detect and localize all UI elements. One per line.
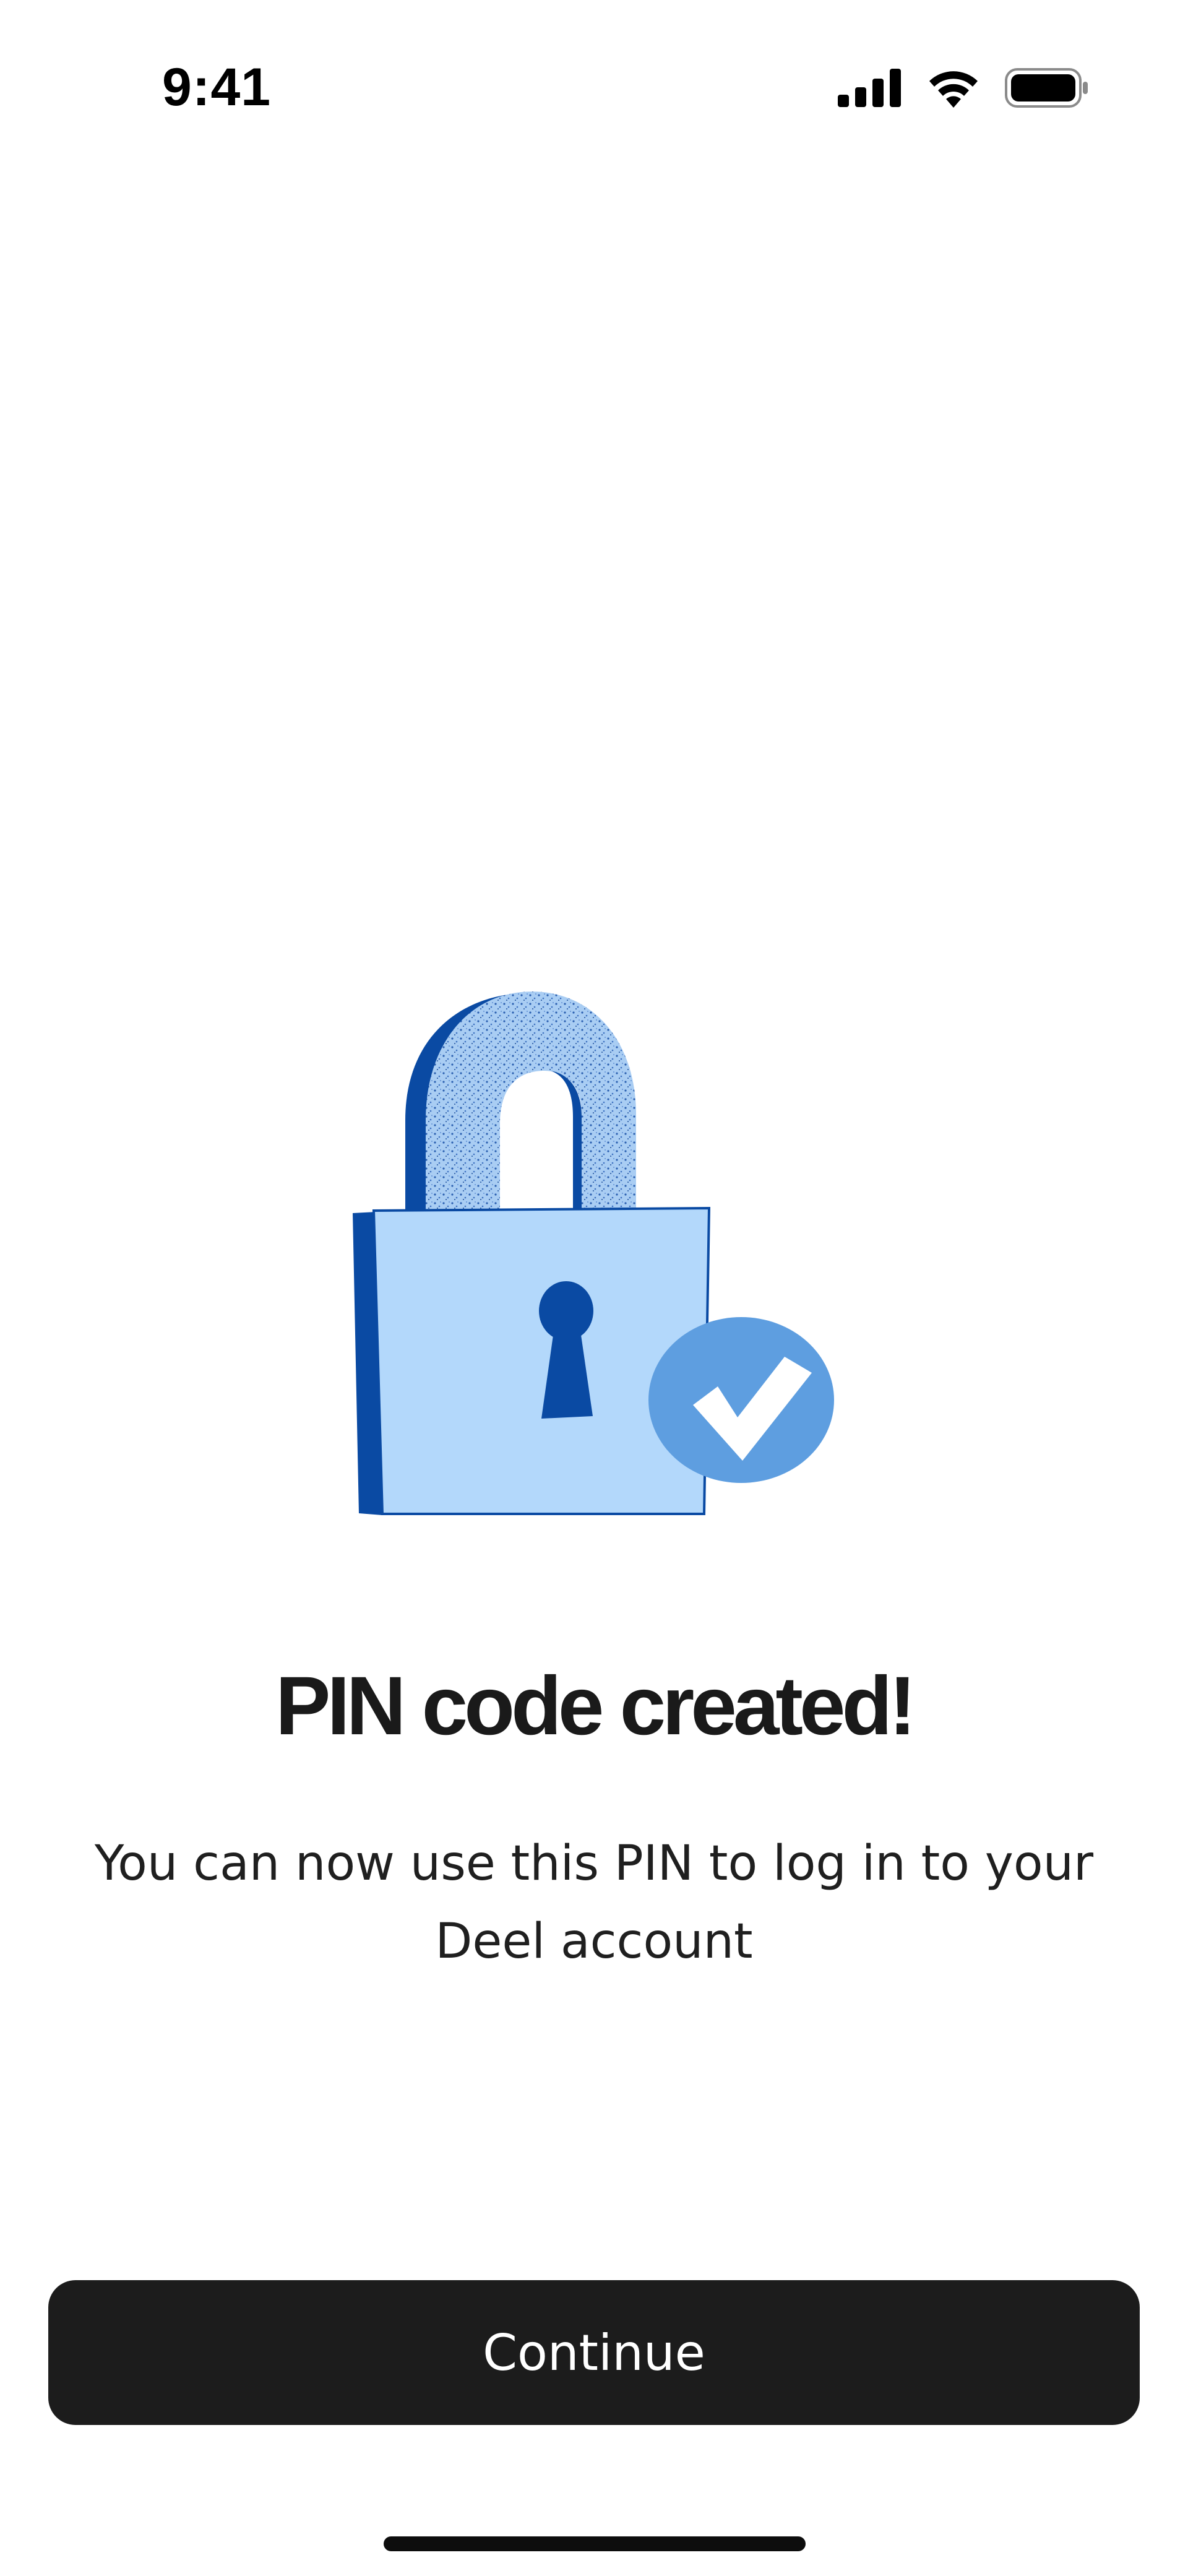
wifi-icon: [929, 71, 978, 108]
page-title: PIN code created!: [275, 1660, 916, 1752]
status-icons: [838, 66, 1089, 110]
padlock-check-icon: [346, 984, 842, 1516]
page-subtitle: You can now use this PIN to log in to yo…: [94, 1836, 1094, 1969]
cellular-signal-icon: [838, 69, 901, 107]
battery-icon: [1005, 68, 1088, 108]
status-bar: 9:41: [0, 0, 1188, 173]
continue-button[interactable]: Continue: [48, 2280, 1140, 2425]
status-time: 9:41: [162, 58, 272, 117]
home-indicator[interactable]: [384, 2536, 806, 2551]
